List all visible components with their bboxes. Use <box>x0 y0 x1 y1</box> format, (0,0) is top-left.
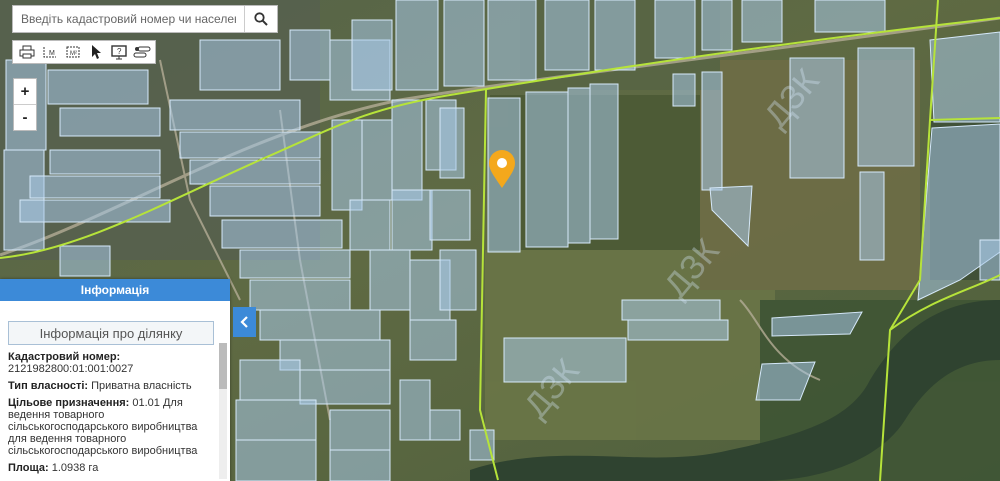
pointer-icon <box>91 45 101 59</box>
info-button[interactable]: ? <box>107 42 130 62</box>
zoom-out-button[interactable]: - <box>14 104 36 130</box>
collapse-panel-button[interactable] <box>233 307 256 337</box>
field-purpose: Цільове призначення: 01.01 Для ведення т… <box>8 397 214 457</box>
layers-icon <box>133 46 150 58</box>
info-panel-header: Інформація <box>0 279 230 301</box>
search-input[interactable] <box>13 6 244 32</box>
zoom-in-button[interactable]: + <box>14 79 36 104</box>
field-area: Площа: 1.0938 га <box>8 462 214 474</box>
svg-text:M: M <box>49 50 55 57</box>
field-label: Кадастровий номер: <box>8 351 121 363</box>
field-label: Тип власності: <box>8 380 89 392</box>
search-bar <box>12 5 278 33</box>
layers-button[interactable] <box>130 42 153 62</box>
measure-area-button[interactable]: M² <box>61 42 84 62</box>
info-panel-subtitle: Інформація про ділянку <box>8 321 214 345</box>
print-button[interactable] <box>15 42 38 62</box>
info-panel-scrollbar[interactable] <box>219 343 227 479</box>
field-value: 1.0938 га <box>51 462 99 474</box>
measure-length-button[interactable]: M <box>38 42 61 62</box>
svg-text:M²: M² <box>70 51 77 57</box>
field-cadastral-number: Кадастровий номер: 2121982800:01:001:002… <box>8 351 214 375</box>
field-ownership-type: Тип власності: Приватна власність <box>8 380 214 392</box>
svg-text:?: ? <box>117 47 122 56</box>
info-panel-body: Інформація про ділянку Кадастровий номер… <box>0 301 230 481</box>
search-icon <box>254 12 268 26</box>
field-value: Приватна власність <box>91 380 192 392</box>
measure-length-icon: M <box>43 47 56 58</box>
zoom-control: + - <box>13 78 37 131</box>
monitor-info-icon: ? <box>110 45 127 60</box>
info-panel: Інформація Інформація про ділянку Кадаст… <box>0 279 230 481</box>
measure-area-icon: M² <box>66 46 79 58</box>
print-icon <box>19 45 34 59</box>
search-button[interactable] <box>244 6 277 32</box>
pointer-button[interactable] <box>84 42 107 62</box>
field-label: Площа: <box>8 462 49 474</box>
chevron-left-icon <box>239 316 248 328</box>
scrollbar-thumb[interactable] <box>219 343 227 389</box>
field-value: 2121982800:01:001:0027 <box>8 363 134 375</box>
field-label: Цільове призначення: <box>8 397 130 409</box>
map-toolbar: M M² ? <box>12 40 156 64</box>
